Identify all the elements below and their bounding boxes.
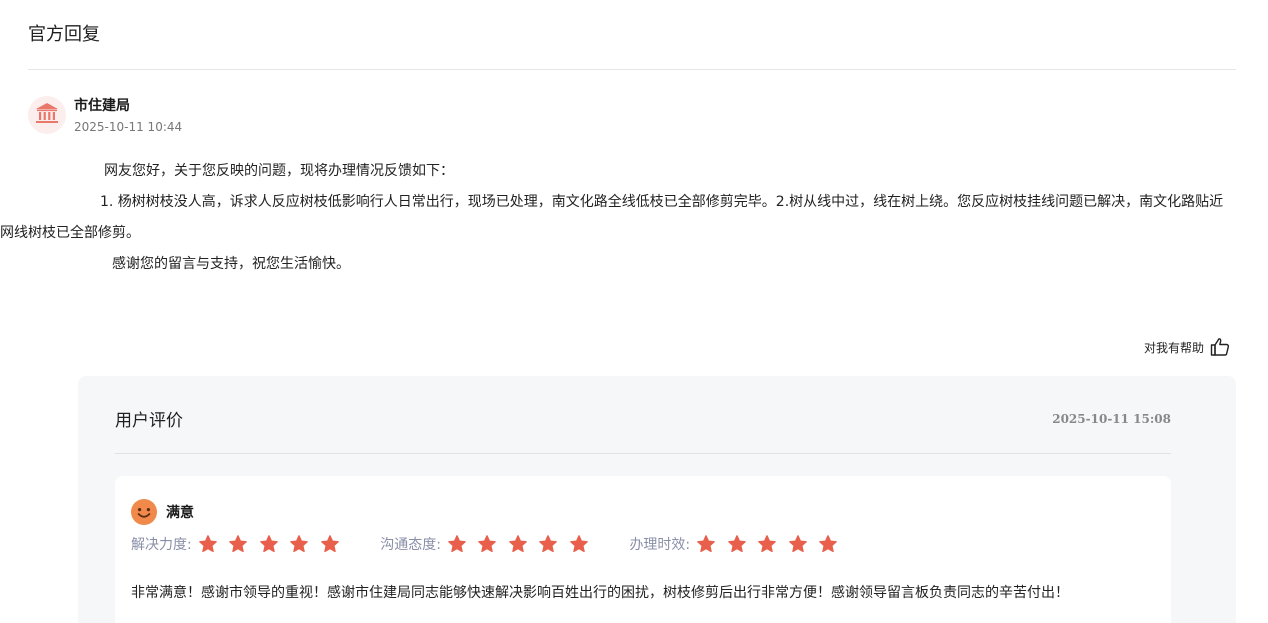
rating-label: 解决力度: xyxy=(131,537,192,553)
helpful-button[interactable]: 对我有帮助 xyxy=(1144,337,1230,357)
rating-timeliness: 办理时效: xyxy=(629,534,848,554)
rating-label: 沟通态度: xyxy=(380,537,441,553)
star-icon xyxy=(569,534,589,554)
thumbs-up-icon xyxy=(1210,337,1230,357)
helpful-label: 对我有帮助 xyxy=(1143,340,1204,355)
section-title: 官方回复 xyxy=(28,24,100,45)
star-icon xyxy=(727,534,747,554)
evaluation-title: 用户评价 xyxy=(115,411,183,431)
reply-body: 网友您好，关于您反映的问题，现将办理情况反馈如下： 1. 杨树树枝没人高，诉求人… xyxy=(0,156,1236,280)
rating-resolution: 解决力度: xyxy=(131,534,350,554)
section-divider xyxy=(28,69,1236,70)
satisfaction-row: 满意 xyxy=(131,499,194,525)
evaluation-card: 满意 解决力度: 沟通态度: 办理时效: 非常满意！感谢市领导的重视！感谢市住建… xyxy=(115,476,1171,623)
star-icon xyxy=(447,534,467,554)
ratings-row: 解决力度: 沟通态度: 办理时效: xyxy=(131,534,879,554)
star-icon xyxy=(508,534,528,554)
rating-stars xyxy=(696,534,849,554)
star-icon xyxy=(320,534,340,554)
rating-label: 办理时效: xyxy=(629,537,691,553)
evaluation-panel: 用户评价 2025-10-11 15:08 满意 解决力度: 沟通态度: 办理时… xyxy=(78,376,1236,623)
star-icon xyxy=(259,534,279,554)
reply-paragraph: 1. 杨树树枝没人高，诉求人反应树枝低影响行人日常出行，现场已处理，南文化路全线… xyxy=(0,194,1224,241)
department-avatar xyxy=(28,96,66,134)
rating-attitude: 沟通态度: xyxy=(380,534,599,554)
evaluation-timestamp: 2025-10-11 15:08 xyxy=(1052,412,1171,426)
star-icon xyxy=(228,534,248,554)
department-name: 市住建局 xyxy=(74,98,130,114)
star-icon xyxy=(788,534,808,554)
star-icon xyxy=(538,534,558,554)
reply-paragraph: 网友您好，关于您反映的问题，现将办理情况反馈如下： xyxy=(104,163,454,179)
satisfaction-label: 满意 xyxy=(166,505,194,521)
reply-timestamp: 2025-10-11 10:44 xyxy=(74,120,183,134)
smiley-face-icon xyxy=(131,499,157,525)
star-icon xyxy=(477,534,497,554)
evaluation-comment: 非常满意！感谢市领导的重视！感谢市住建局同志能够快速解决影响百姓出行的困扰，树枝… xyxy=(131,585,1069,601)
star-icon xyxy=(757,534,777,554)
star-icon xyxy=(289,534,309,554)
star-icon xyxy=(198,534,218,554)
rating-stars xyxy=(198,534,351,554)
star-icon xyxy=(818,534,838,554)
reply-paragraph: 感谢您的留言与支持，祝您生活愉快。 xyxy=(112,256,350,272)
government-building-icon xyxy=(35,102,59,128)
rating-stars xyxy=(447,534,600,554)
star-icon xyxy=(696,534,716,554)
evaluation-divider xyxy=(115,453,1171,454)
